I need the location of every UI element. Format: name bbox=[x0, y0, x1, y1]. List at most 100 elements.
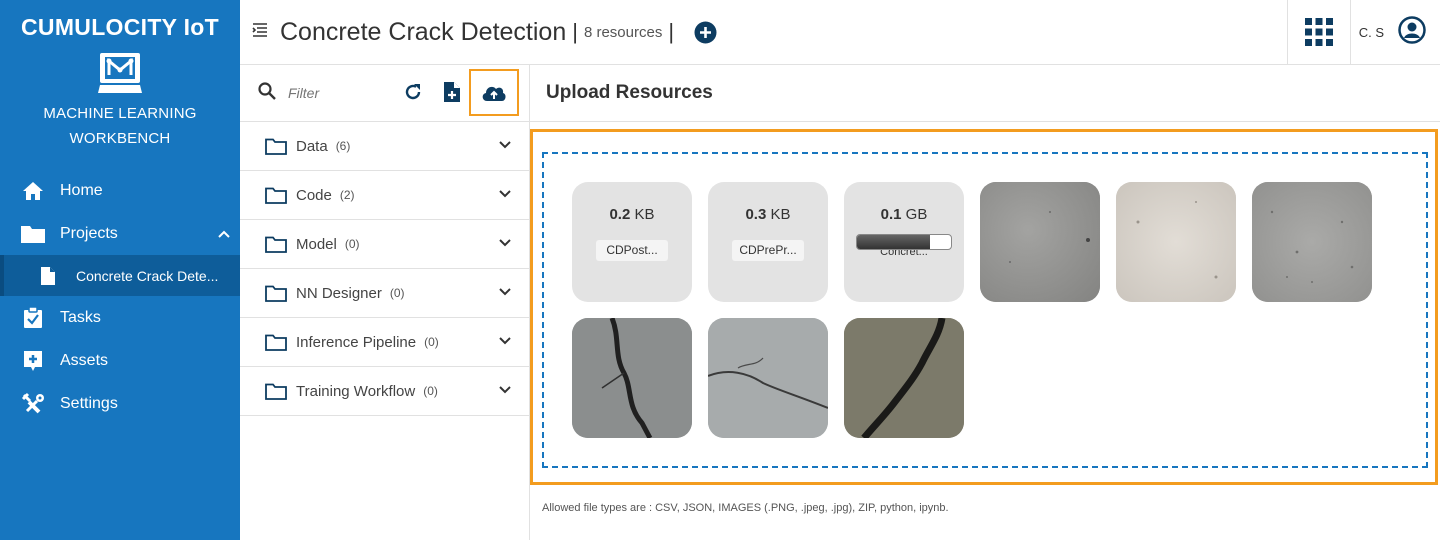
resource-count: 8 resources bbox=[583, 23, 663, 41]
folder-icon bbox=[265, 334, 287, 351]
chevron-down-icon bbox=[499, 386, 511, 394]
folder-icon bbox=[265, 383, 287, 400]
new-file-icon bbox=[444, 82, 460, 102]
cloud-upload-icon bbox=[482, 86, 506, 101]
app-title-line1: MACHINE LEARNING bbox=[43, 105, 197, 122]
concrete-texture-image bbox=[980, 182, 1100, 302]
user-menu[interactable]: C. S bbox=[1351, 15, 1440, 49]
sidebar-item-label: Projects bbox=[60, 224, 118, 242]
folder-icon bbox=[265, 236, 287, 253]
chevron-down-icon bbox=[499, 337, 511, 345]
category-data[interactable]: Data (6) bbox=[240, 122, 529, 171]
file-size-value: 0.3 bbox=[745, 206, 767, 223]
user-avatar-icon bbox=[1398, 15, 1426, 49]
page-title: Concrete Crack Detection bbox=[280, 17, 567, 46]
sidebar-item-assets[interactable]: Assets bbox=[0, 339, 240, 382]
category-label: Inference Pipeline bbox=[296, 333, 417, 351]
image-thumbnail[interactable] bbox=[980, 182, 1100, 302]
category-count: (0) bbox=[344, 237, 360, 251]
upload-progress-bar bbox=[856, 234, 952, 250]
folder-icon bbox=[265, 285, 287, 302]
category-nn-designer[interactable]: NN Designer (0) bbox=[240, 269, 529, 318]
sidebar-item-label: Settings bbox=[60, 394, 118, 412]
category-model[interactable]: Model (0) bbox=[240, 220, 529, 269]
brand: CUMULOCITY IoT MACHINE LEARNING WORKBENC… bbox=[0, 0, 240, 151]
file-card[interactable]: 0.2 KB CDPost... bbox=[572, 182, 692, 302]
file-size: 0.2 KB bbox=[572, 206, 692, 223]
refresh-button[interactable] bbox=[400, 79, 426, 105]
crack-image bbox=[844, 318, 964, 438]
chevron-down-icon bbox=[499, 141, 511, 149]
category-label: Data bbox=[296, 137, 328, 155]
top-header: Concrete Crack Detection | 8 resources |… bbox=[240, 0, 1440, 65]
category-code[interactable]: Code (2) bbox=[240, 171, 529, 220]
crack-image bbox=[708, 318, 828, 438]
sidebar-item-settings[interactable]: Settings bbox=[0, 382, 240, 425]
divider: | bbox=[668, 19, 675, 44]
image-thumbnail[interactable] bbox=[1252, 182, 1372, 302]
new-file-button[interactable] bbox=[439, 79, 465, 105]
image-thumbnail[interactable] bbox=[708, 318, 828, 438]
sidebar-item-home[interactable]: Home bbox=[0, 169, 240, 212]
folder-icon bbox=[265, 138, 287, 155]
file-size: 0.1 GB bbox=[844, 206, 964, 223]
file-name: CDPrePr... bbox=[732, 240, 804, 261]
file-name: CDPost... bbox=[596, 240, 668, 261]
assets-icon bbox=[20, 350, 46, 372]
sidebar-item-projects[interactable]: Projects bbox=[0, 212, 240, 255]
folder-icon bbox=[265, 187, 287, 204]
menu-toggle-icon[interactable] bbox=[252, 22, 270, 42]
concrete-texture-image bbox=[1116, 182, 1236, 302]
sidebar-item-label: Assets bbox=[60, 351, 109, 369]
image-thumbnail[interactable] bbox=[844, 318, 964, 438]
category-label: Code bbox=[296, 186, 332, 204]
upload-button[interactable] bbox=[469, 69, 519, 116]
sidebar: CUMULOCITY IoT MACHINE LEARNING WORKBENC… bbox=[0, 0, 240, 540]
divider: | bbox=[572, 19, 578, 44]
concrete-texture-image bbox=[1252, 182, 1372, 302]
crack-image bbox=[572, 318, 692, 438]
category-label: Training Workflow bbox=[296, 382, 416, 400]
sidebar-item-label: Concrete Crack Dete... bbox=[76, 267, 219, 284]
clipboard-check-icon bbox=[20, 306, 46, 329]
grid-icon bbox=[1304, 18, 1333, 46]
chevron-down-icon bbox=[499, 288, 511, 296]
chevron-down-icon bbox=[499, 239, 511, 247]
user-name: C. S bbox=[1358, 24, 1384, 40]
sidebar-item-concrete-crack-detection[interactable]: Concrete Crack Dete... bbox=[0, 255, 240, 296]
image-thumbnail[interactable] bbox=[1116, 182, 1236, 302]
file-size: 0.3 KB bbox=[708, 206, 828, 223]
category-inference-pipeline[interactable]: Inference Pipeline (0) bbox=[240, 318, 529, 367]
file-card-uploading[interactable]: 0.1 GB Concret... bbox=[844, 182, 964, 302]
resource-toolbar bbox=[240, 65, 529, 122]
category-training-workflow[interactable]: Training Workflow (0) bbox=[240, 367, 529, 416]
home-icon bbox=[20, 180, 46, 202]
divider bbox=[530, 121, 1440, 122]
category-count: (0) bbox=[423, 384, 438, 398]
file-card[interactable]: 0.3 KB CDPrePr... bbox=[708, 182, 828, 302]
file-size-unit: GB bbox=[905, 206, 928, 223]
machine-learning-workbench-logo bbox=[96, 51, 144, 95]
document-icon bbox=[40, 266, 58, 286]
chevron-down-icon bbox=[499, 190, 511, 198]
file-size-value: 0.2 bbox=[609, 206, 631, 223]
resource-panel: Data (6) Code (2) Model (0) NN Designer … bbox=[240, 65, 530, 540]
refresh-icon bbox=[405, 84, 421, 100]
sidebar-nav: Home Projects Concrete Crack Dete... Tas… bbox=[0, 169, 240, 425]
category-count: (6) bbox=[335, 139, 351, 153]
folder-icon bbox=[20, 223, 46, 245]
category-count: (2) bbox=[339, 188, 355, 202]
file-size-unit: KB bbox=[770, 206, 791, 223]
sidebar-item-label: Home bbox=[60, 181, 103, 199]
upload-title: Upload Resources bbox=[546, 82, 713, 103]
header-actions: C. S bbox=[1286, 0, 1440, 64]
chevron-up-icon[interactable] bbox=[218, 225, 230, 243]
add-resource-button[interactable] bbox=[694, 21, 717, 44]
app-switcher-button[interactable] bbox=[1288, 18, 1350, 46]
sidebar-item-tasks[interactable]: Tasks bbox=[0, 296, 240, 339]
allowed-file-types-note: Allowed file types are : CSV, JSON, IMAG… bbox=[542, 502, 949, 514]
filter-input[interactable] bbox=[288, 85, 388, 101]
upload-progress-fill bbox=[857, 235, 931, 249]
category-count: (0) bbox=[389, 286, 405, 300]
image-thumbnail[interactable] bbox=[572, 318, 692, 438]
